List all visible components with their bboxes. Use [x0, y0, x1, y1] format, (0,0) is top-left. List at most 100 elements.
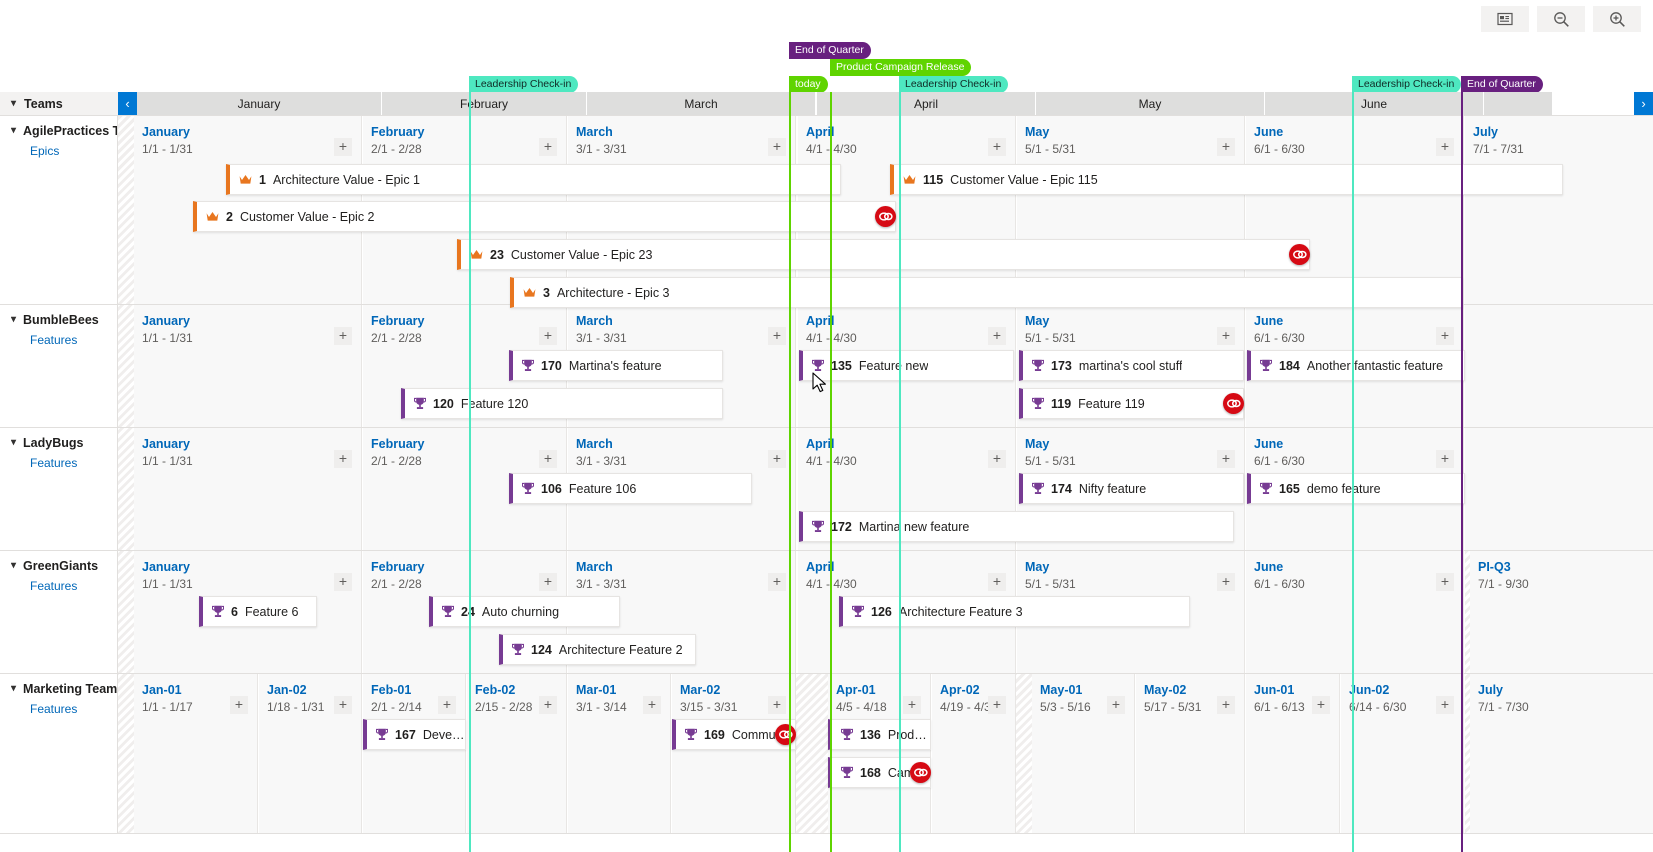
add-work-item-button[interactable]: +: [1436, 573, 1454, 591]
team-name-row[interactable]: ▾ AgilePractices T...: [11, 124, 117, 138]
add-work-item-button[interactable]: +: [539, 138, 557, 156]
work-item-card[interactable]: 172 Martina new feature: [799, 511, 1234, 542]
team-backlog-level[interactable]: Features: [11, 333, 117, 347]
work-item-card[interactable]: 170 Martina's feature: [509, 350, 723, 381]
iteration-title: Jan-02: [267, 683, 307, 697]
team-backlog-level[interactable]: Features: [11, 702, 117, 716]
work-item-card[interactable]: 24 Auto churning: [429, 596, 620, 627]
plan-settings-icon[interactable]: [1481, 6, 1529, 32]
team-name-row[interactable]: ▾ LadyBugs: [11, 436, 117, 450]
work-item-card[interactable]: 120 Feature 120: [401, 388, 723, 419]
work-item-card[interactable]: 167 Develo...: [363, 719, 466, 750]
add-work-item-button[interactable]: +: [1436, 138, 1454, 156]
add-work-item-button[interactable]: +: [1436, 696, 1454, 714]
zoom-out-icon[interactable]: [1537, 6, 1585, 32]
chevron-down-icon[interactable]: ▾: [11, 684, 16, 694]
work-item-card[interactable]: 3 Architecture - Epic 3: [510, 277, 1463, 308]
add-work-item-button[interactable]: +: [988, 573, 1006, 591]
add-work-item-button[interactable]: +: [903, 696, 921, 714]
team-timeline-lane[interactable]: January 1/1 - 1/31 + February 2/1 - 2/28 + Mar…: [118, 551, 1653, 673]
team-name-row[interactable]: ▾ BumbleBees: [11, 313, 117, 327]
work-item-card[interactable]: 106 Feature 106: [509, 473, 752, 504]
team-name-row[interactable]: ▾ GreenGiants: [11, 559, 117, 573]
work-item-card[interactable]: 124 Architecture Feature 2: [499, 634, 696, 665]
add-work-item-button[interactable]: +: [334, 696, 352, 714]
chevron-down-icon[interactable]: ▾: [11, 438, 16, 448]
chevron-down-icon[interactable]: ▾: [11, 561, 16, 571]
work-item-card[interactable]: 2 Customer Value - Epic 2: [193, 201, 896, 232]
milestone-flag-2[interactable]: today: [789, 76, 828, 93]
add-work-item-button[interactable]: +: [1217, 450, 1235, 468]
team-timeline-lane[interactable]: Jan-01 1/1 - 1/17 + Jan-02 1/18 - 1/31 + Feb-0…: [118, 674, 1653, 833]
add-work-item-button[interactable]: +: [768, 327, 786, 345]
add-work-item-button[interactable]: +: [988, 327, 1006, 345]
work-item-id: 136: [860, 727, 881, 742]
chevron-down-icon[interactable]: ▾: [11, 126, 16, 136]
milestone-flag-4[interactable]: Leadership Check-in: [899, 76, 1009, 93]
add-work-item-button[interactable]: +: [988, 450, 1006, 468]
add-work-item-button[interactable]: +: [768, 696, 786, 714]
work-item-card[interactable]: 135 Feature new: [799, 350, 1014, 381]
work-item-card[interactable]: 6 Feature 6: [199, 596, 317, 627]
chevron-down-icon[interactable]: ▾: [11, 315, 16, 325]
zoom-in-icon[interactable]: [1593, 6, 1641, 32]
work-item-card[interactable]: 174 Nifty feature: [1019, 473, 1244, 504]
work-item-card[interactable]: 136 Produc...: [828, 719, 931, 750]
milestone-flag-0[interactable]: Leadership Check-in: [469, 76, 579, 93]
work-item-card[interactable]: 165 demo feature: [1247, 473, 1465, 504]
team-backlog-level[interactable]: Epics: [11, 144, 117, 158]
add-work-item-button[interactable]: +: [1312, 696, 1330, 714]
work-item-card[interactable]: 119 Feature 119: [1019, 388, 1244, 419]
add-work-item-button[interactable]: +: [539, 696, 557, 714]
add-work-item-button[interactable]: +: [1107, 696, 1125, 714]
work-item-card[interactable]: 23 Customer Value - Epic 23: [457, 239, 1310, 270]
add-work-item-button[interactable]: +: [438, 696, 456, 714]
add-work-item-button[interactable]: +: [1217, 138, 1235, 156]
add-work-item-button[interactable]: +: [334, 573, 352, 591]
add-work-item-button[interactable]: +: [768, 138, 786, 156]
add-work-item-button[interactable]: +: [334, 327, 352, 345]
add-work-item-button[interactable]: +: [334, 450, 352, 468]
work-item-title: Customer Value - Epic 23: [510, 247, 653, 262]
add-work-item-button[interactable]: +: [988, 138, 1006, 156]
add-work-item-button[interactable]: +: [768, 450, 786, 468]
milestone-flag-3[interactable]: Product Campaign Release: [830, 59, 972, 76]
team-name-row[interactable]: ▾ Marketing Team: [11, 682, 117, 696]
work-item-card[interactable]: 184 Another fantastic feature: [1247, 350, 1465, 381]
scroll-left-button[interactable]: ‹: [118, 92, 137, 115]
add-work-item-button[interactable]: +: [1436, 450, 1454, 468]
dependency-badge-icon[interactable]: [1223, 393, 1244, 414]
work-item-card[interactable]: 173 martina's cool stuff: [1019, 350, 1244, 381]
add-work-item-button[interactable]: +: [1217, 696, 1235, 714]
add-work-item-button[interactable]: +: [230, 696, 248, 714]
team-timeline-lane[interactable]: January 1/1 - 1/31 + February 2/1 - 2/28 + Mar…: [118, 116, 1653, 308]
iteration-title: Feb-02: [475, 683, 516, 697]
milestone-flag-6[interactable]: End of Quarter: [1461, 76, 1543, 93]
team-backlog-level[interactable]: Features: [11, 456, 117, 470]
team-timeline-lane[interactable]: January 1/1 - 1/31 + February 2/1 - 2/28 + Mar…: [118, 428, 1653, 550]
add-work-item-button[interactable]: +: [539, 327, 557, 345]
add-work-item-button[interactable]: +: [334, 138, 352, 156]
add-work-item-button[interactable]: +: [643, 696, 661, 714]
team-timeline-lane[interactable]: January 1/1 - 1/31 + February 2/1 - 2/28 + Mar…: [118, 305, 1653, 427]
dependency-badge-icon[interactable]: [875, 206, 896, 227]
chevron-down-icon[interactable]: ▾: [11, 98, 16, 109]
dependency-badge-icon[interactable]: [910, 762, 931, 783]
add-work-item-button[interactable]: +: [988, 696, 1006, 714]
add-work-item-button[interactable]: +: [1217, 573, 1235, 591]
milestone-flag-1[interactable]: End of Quarter: [789, 42, 871, 59]
add-work-item-button[interactable]: +: [1436, 327, 1454, 345]
add-work-item-button[interactable]: +: [768, 573, 786, 591]
add-work-item-button[interactable]: +: [539, 573, 557, 591]
team-backlog-level[interactable]: Features: [11, 579, 117, 593]
add-work-item-button[interactable]: +: [539, 450, 557, 468]
work-item-card[interactable]: 115 Customer Value - Epic 115: [890, 164, 1563, 195]
add-work-item-button[interactable]: +: [1217, 327, 1235, 345]
dependency-badge-icon[interactable]: [775, 724, 796, 745]
milestone-flag-5[interactable]: Leadership Check-in: [1352, 76, 1462, 93]
work-item-card[interactable]: 126 Architecture Feature 3: [839, 596, 1190, 627]
dependency-badge-icon[interactable]: [1289, 244, 1310, 265]
plan-grid[interactable]: ▾ AgilePractices T... Epics January 1/1 - 1/…: [0, 115, 1653, 852]
scroll-right-button[interactable]: ›: [1634, 92, 1653, 115]
work-item-card[interactable]: 1 Architecture Value - Epic 1: [226, 164, 841, 195]
